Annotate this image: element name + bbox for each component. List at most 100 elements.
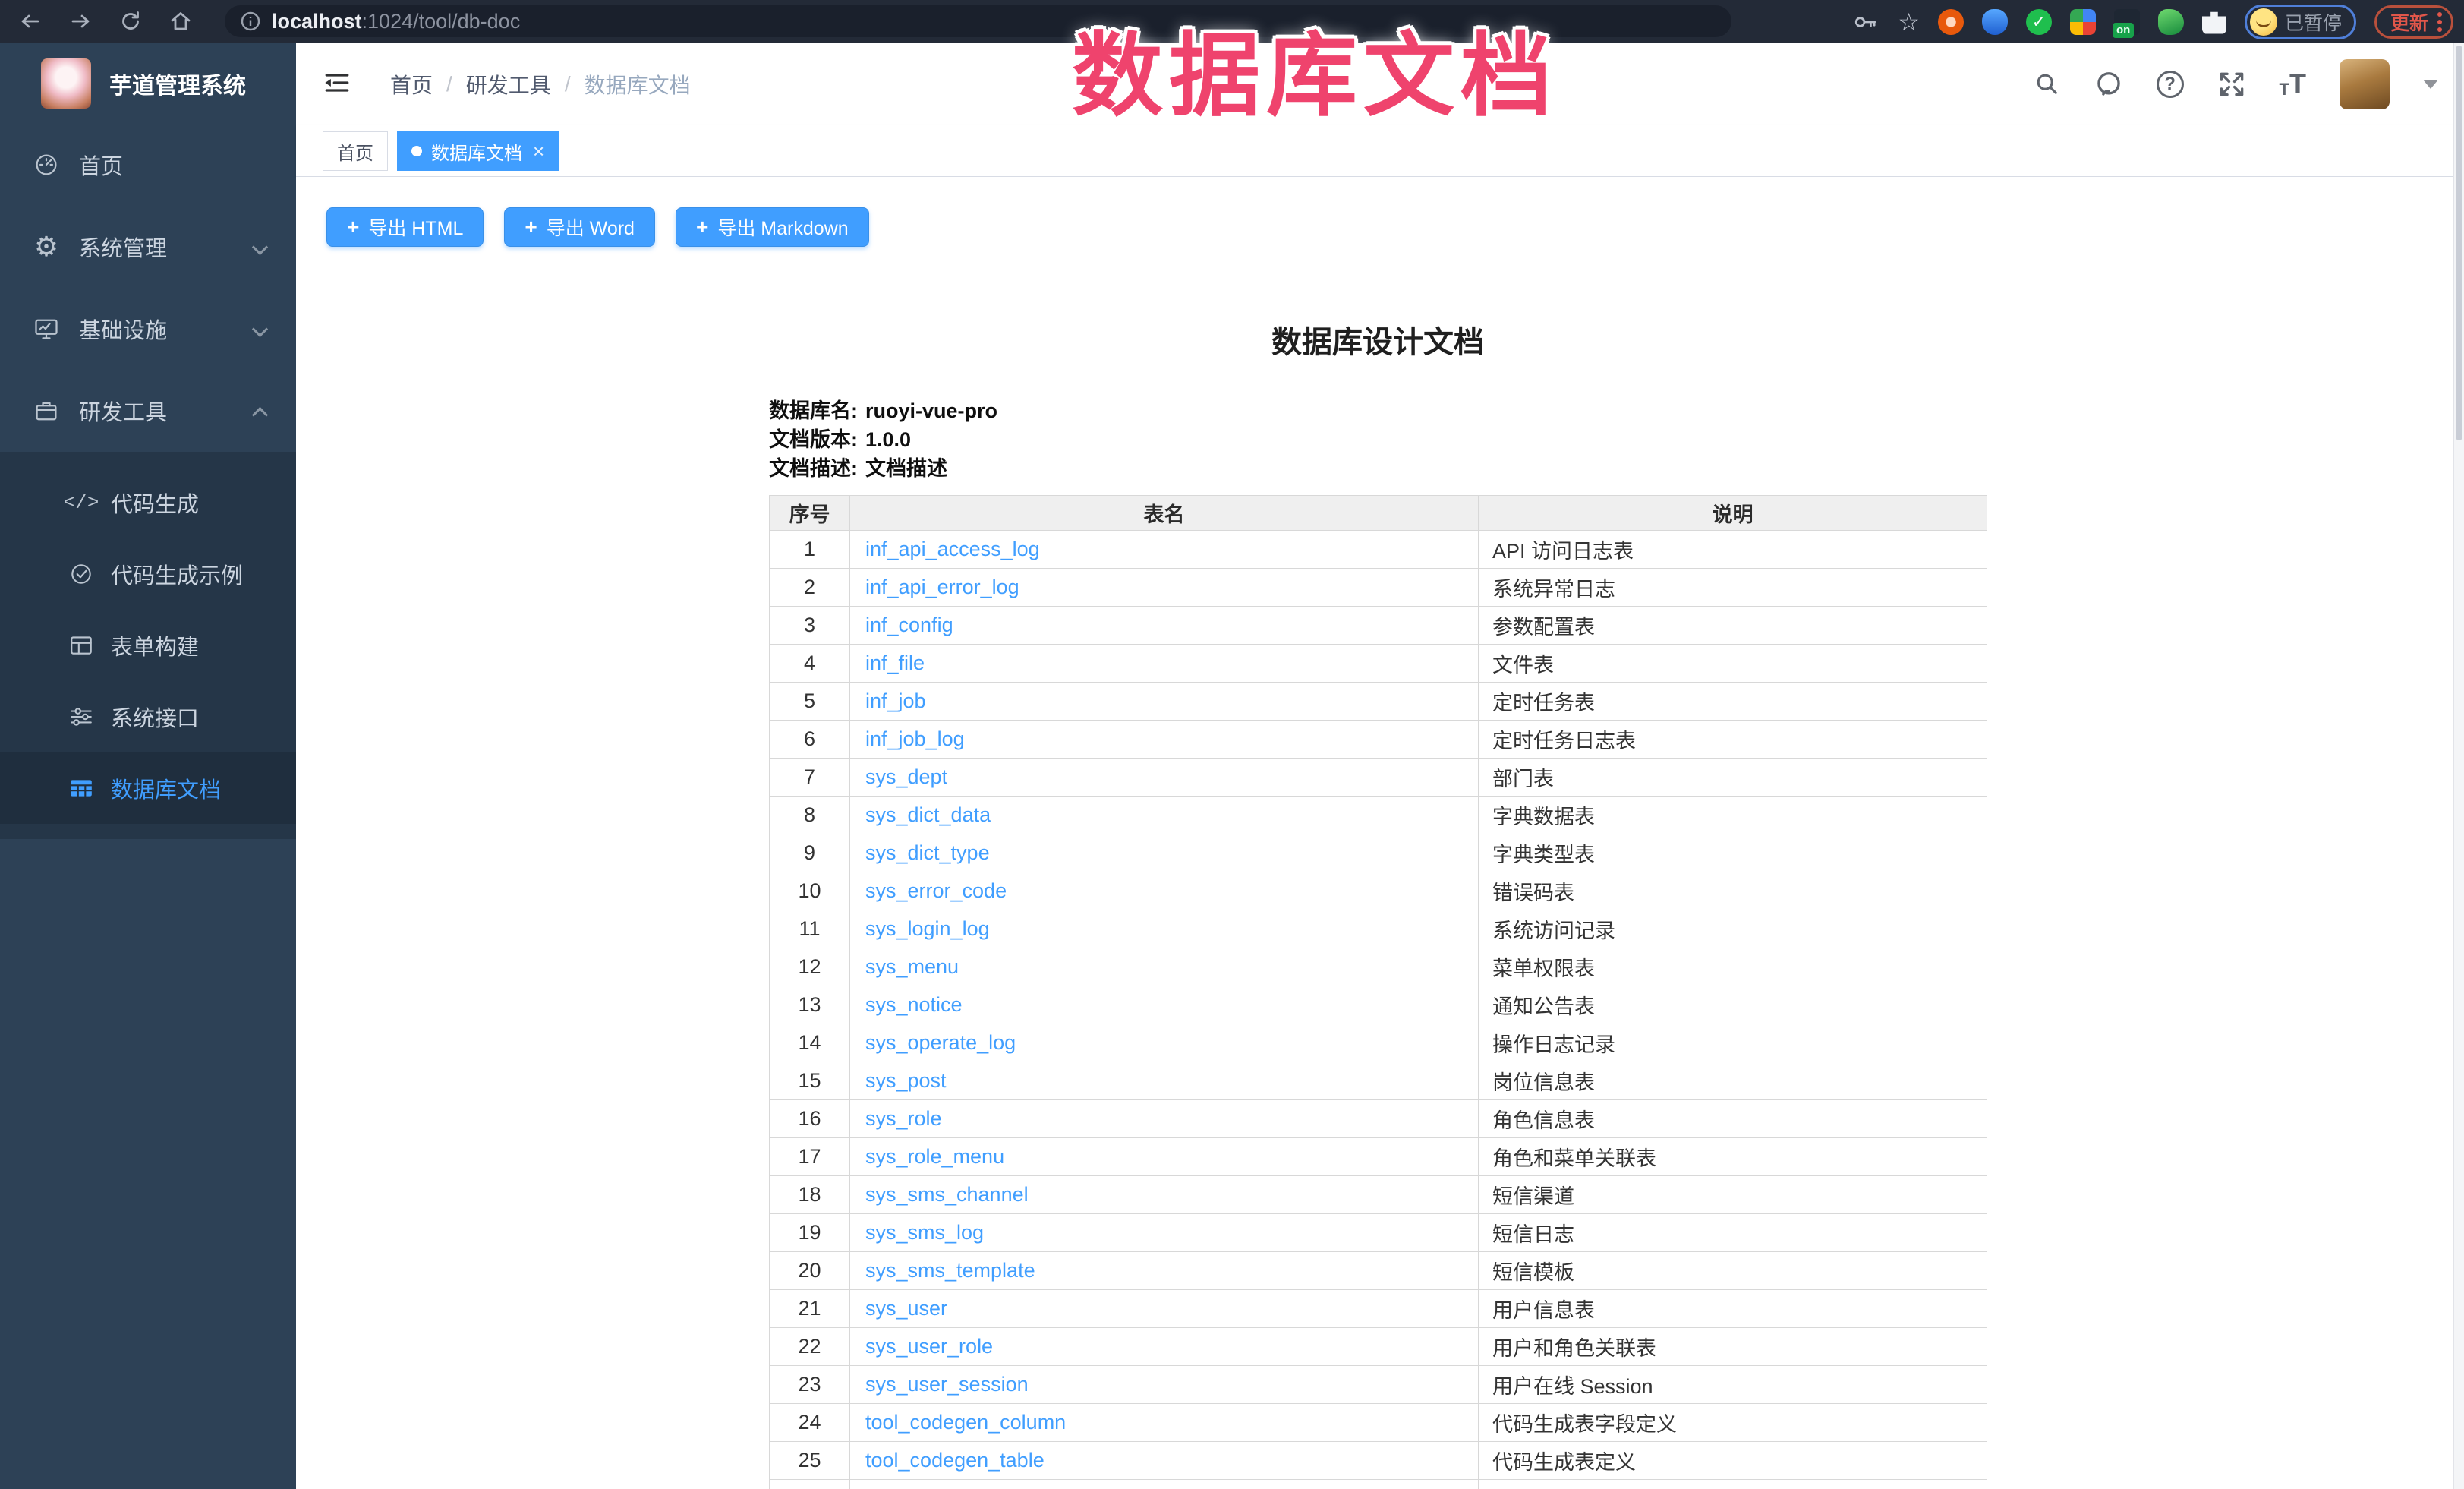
extension-icon-6[interactable] xyxy=(2158,9,2184,35)
table-name-link[interactable]: inf_api_error_log xyxy=(865,576,1019,598)
browser-back-button[interactable] xyxy=(15,6,46,36)
tab-home[interactable]: 首页 xyxy=(323,131,388,171)
extensions-puzzle-icon[interactable] xyxy=(2202,10,2226,34)
password-key-icon[interactable] xyxy=(1852,8,1880,36)
row-index: 16 xyxy=(770,1100,850,1138)
browser-home-button[interactable] xyxy=(165,6,196,36)
table-name-link[interactable]: sys_user_session xyxy=(865,1373,1029,1396)
github-icon[interactable] xyxy=(2094,70,2123,99)
search-icon[interactable] xyxy=(2034,71,2061,98)
col-header-index: 序号 xyxy=(770,496,850,531)
table-name-link[interactable]: sys_sms_channel xyxy=(865,1183,1029,1206)
chevron-up-icon xyxy=(252,406,268,422)
table-name-link[interactable]: inf_job xyxy=(865,689,926,712)
row-description: 字典数据表 xyxy=(1479,797,1987,834)
sidebar-item-home[interactable]: 首页 xyxy=(0,124,296,206)
table-name-link[interactable]: inf_file xyxy=(865,651,925,674)
sidebar-item-codegen-example[interactable]: 代码生成示例 xyxy=(0,538,296,610)
fullscreen-icon[interactable] xyxy=(2217,70,2246,99)
bookmark-star-icon[interactable]: ☆ xyxy=(1898,10,1920,34)
table-name-link[interactable]: sys_error_code xyxy=(865,879,1007,902)
row-index: 5 xyxy=(770,683,850,721)
browser-reload-button[interactable] xyxy=(115,6,146,36)
row-description: 短信日志 xyxy=(1479,1214,1987,1252)
sidebar-item-code-generation[interactable]: </> 代码生成 xyxy=(0,467,296,538)
page-scrollbar[interactable] xyxy=(2453,43,2464,1489)
row-description: 岗位信息表 xyxy=(1479,1062,1987,1100)
browser-menu-kebab-icon[interactable] xyxy=(2437,12,2442,32)
tab-db-doc[interactable]: 数据库文档 × xyxy=(397,131,559,171)
table-name-link[interactable]: sys_role_menu xyxy=(865,1145,1004,1168)
table-name-link[interactable]: tool_codegen_table xyxy=(865,1449,1045,1472)
app-title: 芋道管理系统 xyxy=(109,67,246,100)
export-html-button[interactable]: + 导出 HTML xyxy=(326,207,484,247)
help-question-icon[interactable]: ? xyxy=(2157,71,2184,98)
table-name-link[interactable]: sys_menu xyxy=(865,955,959,978)
document-meta: 数据库名:ruoyi-vue-pro 文档版本:1.0.0 文档描述:文档描述 xyxy=(769,396,1987,483)
row-description: 定时任务日志表 xyxy=(1479,721,1987,759)
table-name-link[interactable]: sys_operate_log xyxy=(865,1031,1016,1054)
breadcrumb-home[interactable]: 首页 xyxy=(390,69,433,99)
breadcrumb-separator: / xyxy=(565,72,571,96)
table-name-link[interactable]: tool_codegen_column xyxy=(865,1411,1066,1434)
browser-forward-button[interactable] xyxy=(65,6,96,36)
row-description: 用户信息表 xyxy=(1479,1290,1987,1328)
user-avatar[interactable] xyxy=(2340,59,2390,109)
close-icon[interactable]: × xyxy=(533,141,544,161)
header-actions: ? TT xyxy=(2034,59,2438,109)
breadcrumb: 首页 / 研发工具 / 数据库文档 xyxy=(390,69,691,99)
sidebar-item-dev-tools[interactable]: 研发工具 xyxy=(0,370,296,452)
table-name-link[interactable]: sys_login_log xyxy=(865,917,990,940)
table-row: 5 inf_job 定时任务表 xyxy=(770,683,1987,721)
sidebar-item-infrastructure[interactable]: 基础设施 xyxy=(0,288,296,370)
browser-update-button[interactable]: 更新 xyxy=(2374,5,2453,39)
table-name-link[interactable]: inf_config xyxy=(865,614,953,636)
table-name-link[interactable]: sys_dept xyxy=(865,765,947,788)
row-index: 9 xyxy=(770,834,850,872)
table-name-link[interactable]: sys_dict_data xyxy=(865,803,991,826)
breadcrumb-dev-tools[interactable]: 研发工具 xyxy=(466,69,551,99)
chevron-down-icon xyxy=(252,238,268,254)
table-name-link[interactable]: inf_api_access_log xyxy=(865,538,1040,560)
sidebar-item-system-api[interactable]: 系统接口 xyxy=(0,681,296,752)
row-index: 21 xyxy=(770,1290,850,1328)
table-name-link[interactable]: sys_notice xyxy=(865,993,963,1016)
export-markdown-button[interactable]: + 导出 Markdown xyxy=(676,207,869,247)
meta-line: 文档描述:文档描述 xyxy=(769,454,1987,483)
breadcrumb-current: 数据库文档 xyxy=(584,69,691,99)
sidebar-item-system[interactable]: ⚙ 系统管理 xyxy=(0,206,296,288)
table-row: 1 inf_api_access_log API 访问日志表 xyxy=(770,531,1987,569)
export-word-button[interactable]: + 导出 Word xyxy=(504,207,655,247)
tables-index-table: 序号 表名 说明 1 inf_api_access_log API 访问日志表 … xyxy=(769,495,1987,1489)
sidebar-item-form-builder[interactable]: 表单构建 xyxy=(0,610,296,681)
extension-icon-2[interactable] xyxy=(1982,9,2008,35)
sidebar-collapse-button[interactable] xyxy=(322,68,352,102)
table-name-link[interactable]: sys_sms_template xyxy=(865,1259,1035,1282)
app-logo-row[interactable]: 芋道管理系统 xyxy=(0,43,296,124)
extension-icon-1[interactable] xyxy=(1938,9,1964,35)
reload-icon xyxy=(118,9,143,33)
row-index: 2 xyxy=(770,569,850,607)
table-row: 2 inf_api_error_log 系统异常日志 xyxy=(770,569,1987,607)
profile-emoji-avatar xyxy=(2250,8,2277,36)
user-menu-caret-icon[interactable] xyxy=(2423,80,2438,89)
row-description: 字典类型表 xyxy=(1479,834,1987,872)
table-name-link[interactable]: sys_dict_type xyxy=(865,841,990,864)
table-name-link[interactable]: sys_user_role xyxy=(865,1335,993,1358)
sidebar-item-db-doc[interactable]: 数据库文档 xyxy=(0,752,296,824)
forward-arrow-icon xyxy=(68,9,93,33)
scrollbar-thumb[interactable] xyxy=(2456,46,2462,440)
font-size-icon[interactable]: TT xyxy=(2280,71,2306,98)
browser-profile-button[interactable]: 已暂停 xyxy=(2245,5,2356,39)
extension-icon-4[interactable] xyxy=(2070,9,2096,35)
table-name-link[interactable]: sys_sms_log xyxy=(865,1221,984,1244)
table-name-link[interactable]: sys_user xyxy=(865,1297,947,1320)
extension-icon-5[interactable]: on xyxy=(2114,9,2140,35)
table-name-link[interactable]: sys_post xyxy=(865,1069,947,1092)
extension-icon-3[interactable]: ✓ xyxy=(2026,9,2052,35)
table-name-link[interactable]: inf_job_log xyxy=(865,727,965,750)
meta-line: 数据库名:ruoyi-vue-pro xyxy=(769,396,1987,425)
site-info-icon[interactable] xyxy=(240,11,261,32)
table-name-link[interactable]: sys_role xyxy=(865,1107,942,1130)
table-row: 3 inf_config 参数配置表 xyxy=(770,607,1987,645)
